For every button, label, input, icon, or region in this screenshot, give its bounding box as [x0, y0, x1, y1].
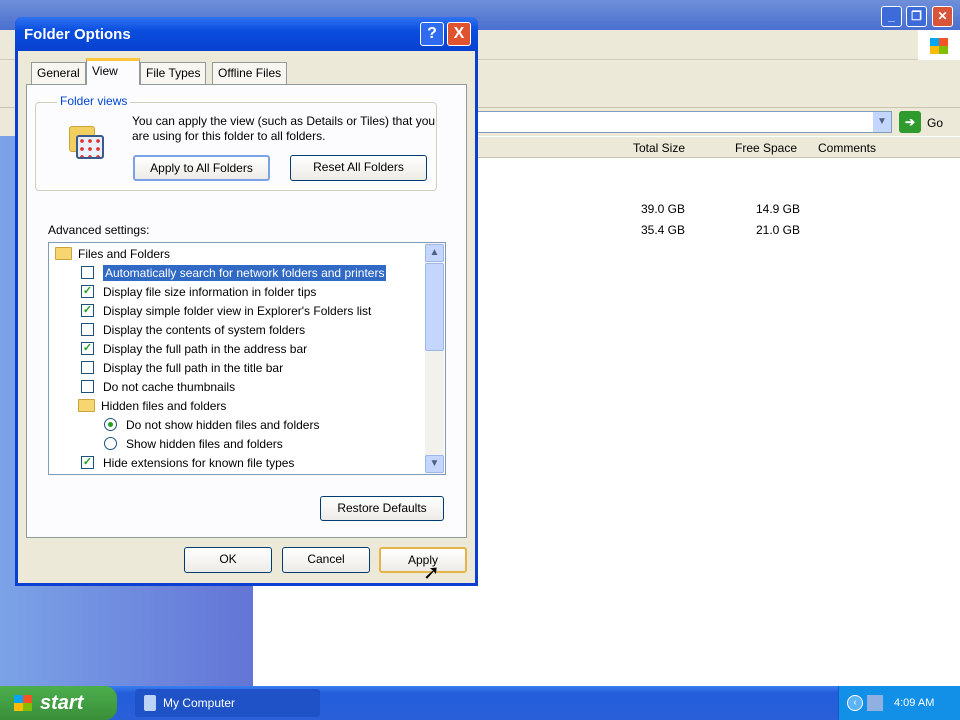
setting-checkbox[interactable]: ✓ Display file size information in folder…	[81, 282, 316, 301]
cancel-button[interactable]: Cancel	[282, 547, 370, 573]
windows-flag-icon	[14, 695, 32, 711]
taskbar-item-label: My Computer	[163, 696, 236, 710]
setting-checkbox[interactable]: Do not cache thumbnails	[81, 377, 235, 396]
help-button[interactable]: ?	[420, 22, 444, 46]
checkbox-checked[interactable]: ✓	[81, 285, 94, 298]
setting-label: Do not cache thumbnails	[103, 379, 236, 394]
setting-checkbox[interactable]: Display the contents of system folders	[81, 320, 305, 339]
drive-free-space: 14.9 GB	[755, 202, 800, 216]
dialog-close-button[interactable]: X	[447, 22, 471, 46]
setting-label: Display simple folder view in Explorer's…	[103, 303, 372, 318]
clock: 4:09 AM	[894, 697, 935, 709]
drive-total-size: 35.4 GB	[640, 223, 685, 237]
scroll-up-icon[interactable]: ▲	[425, 244, 444, 262]
taskbar-item-my-computer[interactable]: My Computer	[135, 689, 320, 717]
tree-folder: Hidden files and folders	[78, 396, 226, 415]
setting-label: Do not show hidden files and folders	[126, 417, 320, 432]
system-tray: ‹ 4:09 AM	[838, 686, 960, 720]
checkbox-checked[interactable]: ✓	[81, 304, 94, 317]
setting-label: Hide extensions for known file types	[103, 455, 295, 470]
close-window-button[interactable]: ✕	[932, 6, 953, 27]
computer-icon	[144, 695, 156, 711]
setting-radio[interactable]: Show hidden files and folders	[104, 434, 283, 453]
folder-icon	[78, 399, 95, 412]
column-free-space[interactable]: Free Space	[735, 141, 797, 155]
setting-checkbox[interactable]: ✓ Display simple folder view in Explorer'…	[81, 301, 371, 320]
folder-views-description: You can apply the view (such as Details …	[132, 114, 436, 143]
column-comments[interactable]: Comments	[818, 141, 876, 155]
advanced-settings-label: Advanced settings:	[48, 223, 150, 237]
setting-label: Display the full path in the title bar	[103, 360, 284, 375]
mouse-cursor-icon: ➚	[423, 562, 440, 584]
checkbox[interactable]	[81, 380, 94, 393]
drive-free-space: 21.0 GB	[755, 223, 800, 237]
checkbox-checked[interactable]: ✓	[81, 342, 94, 355]
tab-offline-files[interactable]: Offline Files	[212, 62, 288, 84]
setting-radio[interactable]: Do not show hidden files and folders	[104, 415, 319, 434]
folder-icon	[55, 247, 72, 260]
folder-views-label: Folder views	[57, 94, 131, 108]
setting-label: Display the contents of system folders	[103, 322, 306, 337]
tab-view[interactable]: View	[86, 58, 140, 85]
start-button[interactable]: start	[0, 686, 117, 720]
column-total-size[interactable]: Total Size	[625, 141, 685, 155]
setting-label: Show hidden files and folders	[126, 436, 283, 451]
tree-folder: Files and Folders	[55, 244, 170, 263]
minimize-button[interactable]: _	[881, 6, 902, 27]
scrollbar-thumb[interactable]	[425, 263, 444, 351]
checkbox-checked[interactable]: ✓	[81, 456, 94, 469]
setting-label: Automatically search for network folders…	[103, 264, 387, 281]
apply-to-all-folders-button[interactable]: Apply to All Folders	[133, 155, 270, 181]
restore-defaults-button[interactable]: Restore Defaults	[320, 496, 444, 521]
setting-label: Display file size information in folder …	[103, 284, 317, 299]
scroll-down-icon[interactable]: ▼	[425, 455, 444, 473]
windows-logo-icon	[918, 30, 960, 60]
checkbox[interactable]	[81, 266, 94, 279]
go-button[interactable]: Go	[927, 116, 943, 130]
setting-checkbox[interactable]: ✓ Display the full path in the address ba…	[81, 339, 307, 358]
advanced-settings-list: Files and Folders Automatically search f…	[48, 242, 446, 475]
ok-button[interactable]: OK	[184, 547, 272, 573]
address-input[interactable]	[470, 111, 892, 133]
go-arrow-icon[interactable]: ➔	[899, 111, 921, 133]
checkbox[interactable]	[81, 361, 94, 374]
tree-folder-label: Hidden files and folders	[101, 398, 227, 413]
setting-label: Display the full path in the address bar	[103, 341, 308, 356]
setting-checkbox[interactable]: ✓ Hide extensions for known file types	[81, 453, 294, 472]
setting-checkbox[interactable]: Automatically search for network folders…	[81, 263, 387, 282]
radio[interactable]	[104, 437, 117, 450]
tab-general[interactable]: General	[31, 62, 86, 84]
dialog-title: Folder Options	[15, 17, 478, 51]
address-dropdown-button[interactable]: ▼	[873, 112, 891, 132]
radio-selected[interactable]	[104, 418, 117, 431]
reset-all-folders-button[interactable]: Reset All Folders	[290, 155, 427, 181]
restore-button[interactable]: ❐	[906, 6, 927, 27]
drive-total-size: 39.0 GB	[640, 202, 685, 216]
setting-checkbox[interactable]: Display the full path in the title bar	[81, 358, 283, 377]
network-icon[interactable]	[867, 695, 883, 711]
tab-file-types[interactable]: File Types	[140, 62, 207, 84]
checkbox[interactable]	[81, 323, 94, 336]
show-hidden-icons-icon[interactable]: ‹	[847, 695, 863, 711]
start-label: start	[40, 692, 84, 714]
tree-folder-label: Files and Folders	[78, 246, 171, 261]
folder-views-icon	[67, 124, 105, 162]
